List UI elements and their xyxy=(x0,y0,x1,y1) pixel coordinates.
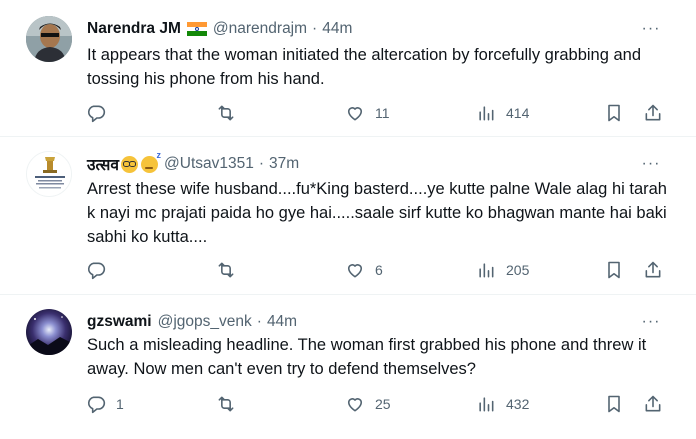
reply-button[interactable] xyxy=(86,101,116,125)
timestamp[interactable]: 44m xyxy=(322,20,352,38)
heart-icon xyxy=(347,264,363,278)
sleeping-face-emoji xyxy=(141,150,161,173)
reply-button[interactable]: 1 xyxy=(86,392,124,416)
retweet-button[interactable] xyxy=(216,258,246,282)
views-button[interactable]: 205 xyxy=(476,258,529,282)
like-count: 6 xyxy=(375,262,383,278)
like-button[interactable]: 6 xyxy=(345,258,383,282)
tweet-text: Such a misleading headline. The woman fi… xyxy=(87,336,647,378)
nerd-face-emoji xyxy=(121,155,139,173)
bookmark-button[interactable] xyxy=(604,258,624,282)
tweet-text: Arrest these wife husband....fu*King bas… xyxy=(87,180,667,246)
share-button[interactable] xyxy=(643,101,663,125)
separator-dot: · xyxy=(312,20,318,37)
display-name[interactable]: Narendra JM xyxy=(87,20,181,38)
bookmark-icon xyxy=(608,104,620,122)
tweet-3[interactable]: gzswami @jgops_venk · 44m ··· Such a mis… xyxy=(0,295,696,439)
reply-button[interactable] xyxy=(86,258,116,282)
retweet-button[interactable] xyxy=(216,392,246,416)
avatar[interactable] xyxy=(26,309,72,355)
avatar[interactable] xyxy=(26,16,72,62)
tweet-header: Narendra JM @narendrajm · 44m xyxy=(87,18,352,40)
like-button[interactable]: 25 xyxy=(345,392,391,416)
user-handle[interactable]: @jgops_venk xyxy=(158,313,252,331)
like-button[interactable]: 11 xyxy=(345,101,390,125)
timestamp[interactable]: 37m xyxy=(269,155,299,173)
bookmark-button[interactable] xyxy=(604,392,624,416)
action-bar: 1 25 432 xyxy=(0,392,696,416)
more-options-icon[interactable]: ··· xyxy=(640,153,662,175)
more-options-icon[interactable]: ··· xyxy=(640,311,662,333)
display-name[interactable]: gzswami xyxy=(87,313,152,331)
reply-count: 1 xyxy=(116,396,124,412)
tweet-1[interactable]: Narendra JM @narendrajm · 44m ··· It app… xyxy=(0,0,696,137)
bookmark-button[interactable] xyxy=(604,101,624,125)
action-bar: 6 205 xyxy=(0,258,696,282)
display-name[interactable]: उत्सव xyxy=(87,153,119,175)
share-button[interactable] xyxy=(643,392,663,416)
view-count: 432 xyxy=(506,396,530,412)
separator-dot: · xyxy=(256,313,262,330)
tweet-header: gzswami @jgops_venk · 44m xyxy=(87,311,297,333)
share-icon xyxy=(645,104,661,121)
views-chart-icon xyxy=(479,106,494,121)
avatar[interactable] xyxy=(26,151,72,197)
heart-icon xyxy=(347,398,363,412)
bookmark-icon xyxy=(608,395,620,413)
view-count: 414 xyxy=(506,105,530,121)
share-icon xyxy=(645,261,661,278)
separator-dot: · xyxy=(258,155,265,172)
like-count: 11 xyxy=(375,105,390,121)
retweet-button[interactable] xyxy=(216,101,246,125)
user-handle[interactable]: @narendrajm xyxy=(213,20,307,38)
action-bar: 11 414 xyxy=(0,101,696,125)
tweet-text: It appears that the woman initiated the … xyxy=(87,46,642,88)
view-count: 205 xyxy=(506,262,530,278)
share-icon xyxy=(645,395,661,412)
more-options-icon[interactable]: ··· xyxy=(640,18,662,40)
like-count: 25 xyxy=(375,396,391,412)
views-button[interactable]: 432 xyxy=(476,392,529,416)
india-flag-icon xyxy=(186,22,207,36)
tweet-header: उत्सव @Utsav1351 · 37m xyxy=(87,150,299,175)
bookmark-icon xyxy=(608,261,620,279)
retweet-icon xyxy=(218,396,234,412)
reply-icon xyxy=(87,396,106,414)
timestamp[interactable]: 44m xyxy=(267,313,297,331)
views-button[interactable]: 414 xyxy=(476,101,529,125)
share-button[interactable] xyxy=(643,258,663,282)
tweet-2[interactable]: उत्सव @Utsav1351 · 37m ··· Arrest these … xyxy=(0,137,696,295)
reply-icon xyxy=(87,105,106,123)
heart-icon xyxy=(347,107,363,121)
retweet-icon xyxy=(218,105,234,121)
user-handle[interactable]: @Utsav1351 xyxy=(164,155,254,173)
reply-icon xyxy=(87,262,106,280)
retweet-icon xyxy=(218,262,234,278)
views-chart-icon xyxy=(479,397,494,412)
views-chart-icon xyxy=(479,263,494,278)
